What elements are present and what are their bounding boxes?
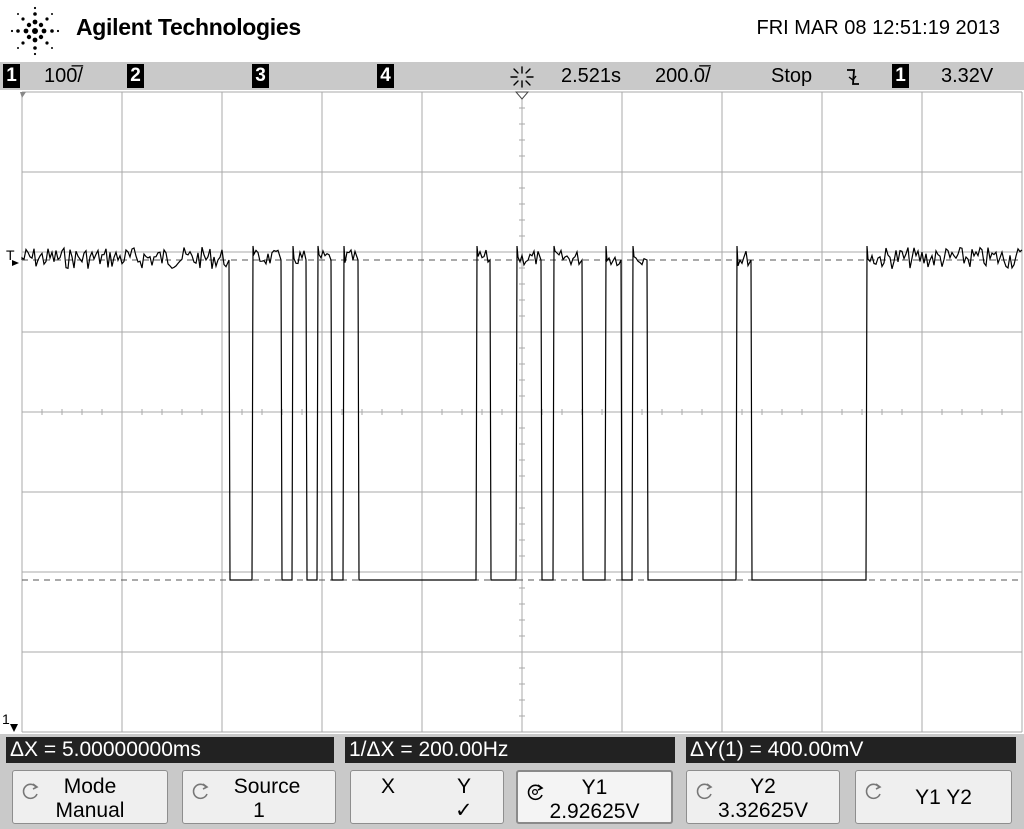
source-softkey[interactable]: Source 1	[182, 770, 336, 824]
brand-name: Agilent Technologies	[76, 14, 301, 40]
y-selected-check-icon: ✓	[455, 799, 473, 822]
delta-x-readout: ΔX = 5.00000000ms	[6, 737, 334, 763]
x-y-softkey[interactable]: X Y ✓	[350, 770, 504, 824]
y1-label: Y1	[581, 776, 608, 799]
horizontal-delay: 2.521s	[561, 65, 622, 87]
trace-left-marker-icon	[20, 92, 26, 98]
x-option: X	[381, 775, 396, 798]
channel-1-ground-marker: 1	[2, 711, 10, 727]
trigger-level: 3.32V	[941, 65, 994, 87]
header: Agilent Technologies FRI MAR 08 12:51:19…	[0, 0, 1024, 62]
delay-sparkle-icon	[510, 66, 534, 88]
delta-y-readout: ΔY(1) = 400.00mV	[686, 737, 1016, 763]
mode-softkey[interactable]: Mode Manual	[12, 770, 168, 824]
trigger-arrow-icon	[12, 260, 19, 266]
falling-edge-icon	[847, 69, 859, 85]
y2-value: 3.32625V	[718, 799, 808, 822]
y-option: Y	[457, 775, 472, 798]
channel-4-badge[interactable]: 4	[377, 64, 394, 88]
source-value: 1	[253, 799, 265, 822]
softkey-bar: Mode Manual Source 1 X Y ✓ Y1 2.92625V Y…	[0, 766, 1024, 829]
trigger-source-badge[interactable]: 1	[892, 64, 909, 88]
trigger-level-marker: T	[6, 247, 15, 263]
graticule-grid	[21, 91, 1023, 733]
y2-softkey[interactable]: Y2 3.32625V	[686, 770, 840, 824]
ground-arrow-icon	[10, 724, 18, 732]
source-label: Source	[233, 775, 301, 798]
channel-1-badge[interactable]: 1	[3, 64, 20, 88]
agilent-spark-icon	[10, 6, 60, 56]
inverse-delta-x-readout: 1/ΔX = 200.00Hz	[345, 737, 675, 763]
datetime: FRI MAR 08 12:51:19 2013	[756, 17, 1000, 39]
mode-value: Manual	[55, 799, 125, 822]
y2-label: Y2	[750, 775, 776, 798]
mode-label: Mode	[63, 775, 117, 798]
y1-softkey[interactable]: Y1 2.92625V	[516, 770, 673, 824]
y1-value: 2.92625V	[549, 800, 640, 823]
waveform-display[interactable]: T 1	[0, 90, 1024, 734]
channel-1-scale: 100̅/	[44, 65, 83, 87]
delay-marker-icon	[514, 91, 530, 100]
channel-2-badge[interactable]: 2	[127, 64, 144, 88]
y1-y2-label: Y1 Y2	[915, 786, 972, 809]
waveform-graticule: T 1	[2, 91, 1023, 733]
run-state: Stop	[771, 65, 813, 87]
cursor-readout-row: ΔX = 5.00000000ms 1/ΔX = 200.00Hz ΔY(1) …	[0, 734, 1024, 766]
timebase-scale: 200.0̅/	[655, 65, 711, 87]
y1-y2-softkey[interactable]: Y1 Y2	[855, 770, 1012, 824]
status-bar: 1 100̅/ 2 3 4 2.521s 200.0̅/ Stop 1 3.32…	[0, 62, 1024, 90]
channel-3-badge[interactable]: 3	[252, 64, 269, 88]
